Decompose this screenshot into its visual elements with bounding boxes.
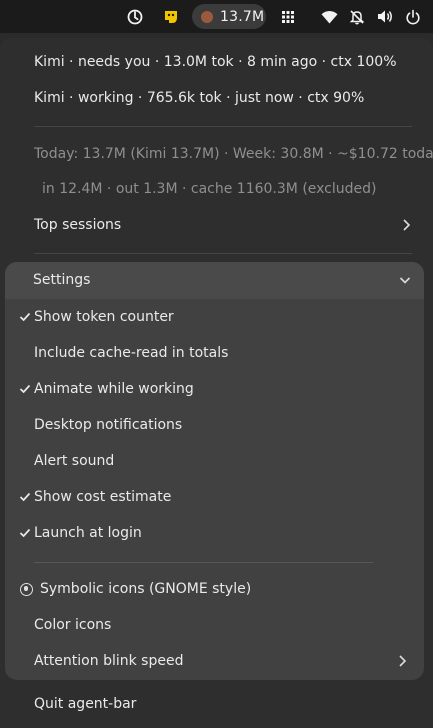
settings-panel: Settings Show token counter Include cach… — [5, 262, 424, 680]
toggle-label: Launch at login — [34, 525, 142, 541]
toggle-label: Alert sound — [34, 453, 115, 469]
settings-header-label: Settings — [33, 272, 91, 288]
session-item-0[interactable]: Kimi · needs you · 13.0M tok · 8 min ago… — [0, 46, 433, 78]
radio-symbolic-icons[interactable]: Symbolic icons (GNOME style) — [5, 573, 424, 605]
quit-item[interactable]: Quit agent-bar — [0, 688, 433, 720]
settings-header[interactable]: Settings — [5, 262, 424, 299]
chevron-right-icon — [403, 219, 411, 231]
session-label: Kimi · working · 765.6k tok · just now ·… — [34, 90, 365, 106]
toggle-show-cost-estimate[interactable]: Show cost estimate — [5, 481, 424, 513]
separator — [34, 126, 412, 127]
toggle-include-cache-read[interactable]: Include cache-read in totals — [5, 337, 424, 369]
stats-breakdown-label: in 12.4M · out 1.3M · cache 1160.3M (exc… — [42, 181, 377, 197]
checkmark-icon — [19, 528, 31, 538]
toggle-desktop-notifications[interactable]: Desktop notifications — [5, 409, 424, 441]
toggle-label: Desktop notifications — [34, 417, 183, 433]
radio-color-icons[interactable]: Color icons — [5, 609, 424, 641]
stats-today: Today: 13.7M (Kimi 13.7M) · Week: 30.8M … — [0, 138, 433, 170]
agent-bar-menu: Kimi · needs you · 13.0M tok · 8 min ago… — [0, 38, 433, 728]
checkmark-icon — [19, 492, 31, 502]
quit-label: Quit agent-bar — [34, 696, 137, 712]
power-icon[interactable] — [402, 0, 424, 33]
toggle-label: Show token counter — [34, 309, 174, 325]
blink-speed-item[interactable]: Attention blink speed — [5, 645, 424, 677]
top-sessions-label: Top sessions — [34, 217, 122, 233]
toggle-alert-sound[interactable]: Alert sound — [5, 445, 424, 477]
stats-breakdown: in 12.4M · out 1.3M · cache 1160.3M (exc… — [0, 173, 433, 205]
session-label: Kimi · needs you · 13.0M tok · 8 min ago… — [34, 54, 397, 70]
status-dot-icon — [201, 10, 213, 23]
toggle-launch-at-login[interactable]: Launch at login — [5, 517, 424, 549]
checkmark-icon — [19, 384, 31, 394]
toggle-animate-while-working[interactable]: Animate while working — [5, 373, 424, 405]
radio-label: Color icons — [34, 617, 112, 633]
blink-speed-label: Attention blink speed — [34, 653, 184, 669]
toggle-label: Include cache-read in totals — [34, 345, 229, 361]
toggle-show-token-counter[interactable]: Show token counter — [5, 301, 424, 333]
session-item-1[interactable]: Kimi · working · 765.6k tok · just now ·… — [0, 82, 433, 114]
toggle-label: Show cost estimate — [34, 489, 172, 505]
yellow-app-icon[interactable] — [160, 0, 182, 33]
separator — [34, 253, 412, 254]
top-sessions-item[interactable]: Top sessions — [0, 209, 433, 241]
top-bar: 13.7M — [0, 0, 433, 33]
grid-dots-icon[interactable] — [278, 0, 298, 33]
token-indicator[interactable]: 13.7M — [192, 4, 266, 29]
wifi-icon[interactable] — [318, 0, 340, 33]
toggle-label: Animate while working — [34, 381, 194, 397]
chevron-down-icon — [399, 277, 411, 284]
chevron-right-icon — [399, 655, 407, 667]
radio-label: Symbolic icons (GNOME style) — [40, 581, 252, 597]
checkmark-icon — [19, 312, 31, 322]
stats-today-label: Today: 13.7M (Kimi 13.7M) · Week: 30.8M … — [34, 146, 433, 162]
separator — [34, 562, 373, 563]
token-indicator-label: 13.7M — [220, 8, 265, 25]
notifications-muted-icon[interactable] — [346, 0, 368, 33]
power-circle-icon[interactable] — [124, 0, 146, 33]
volume-icon[interactable] — [374, 0, 396, 33]
radio-selected-icon — [20, 582, 33, 596]
